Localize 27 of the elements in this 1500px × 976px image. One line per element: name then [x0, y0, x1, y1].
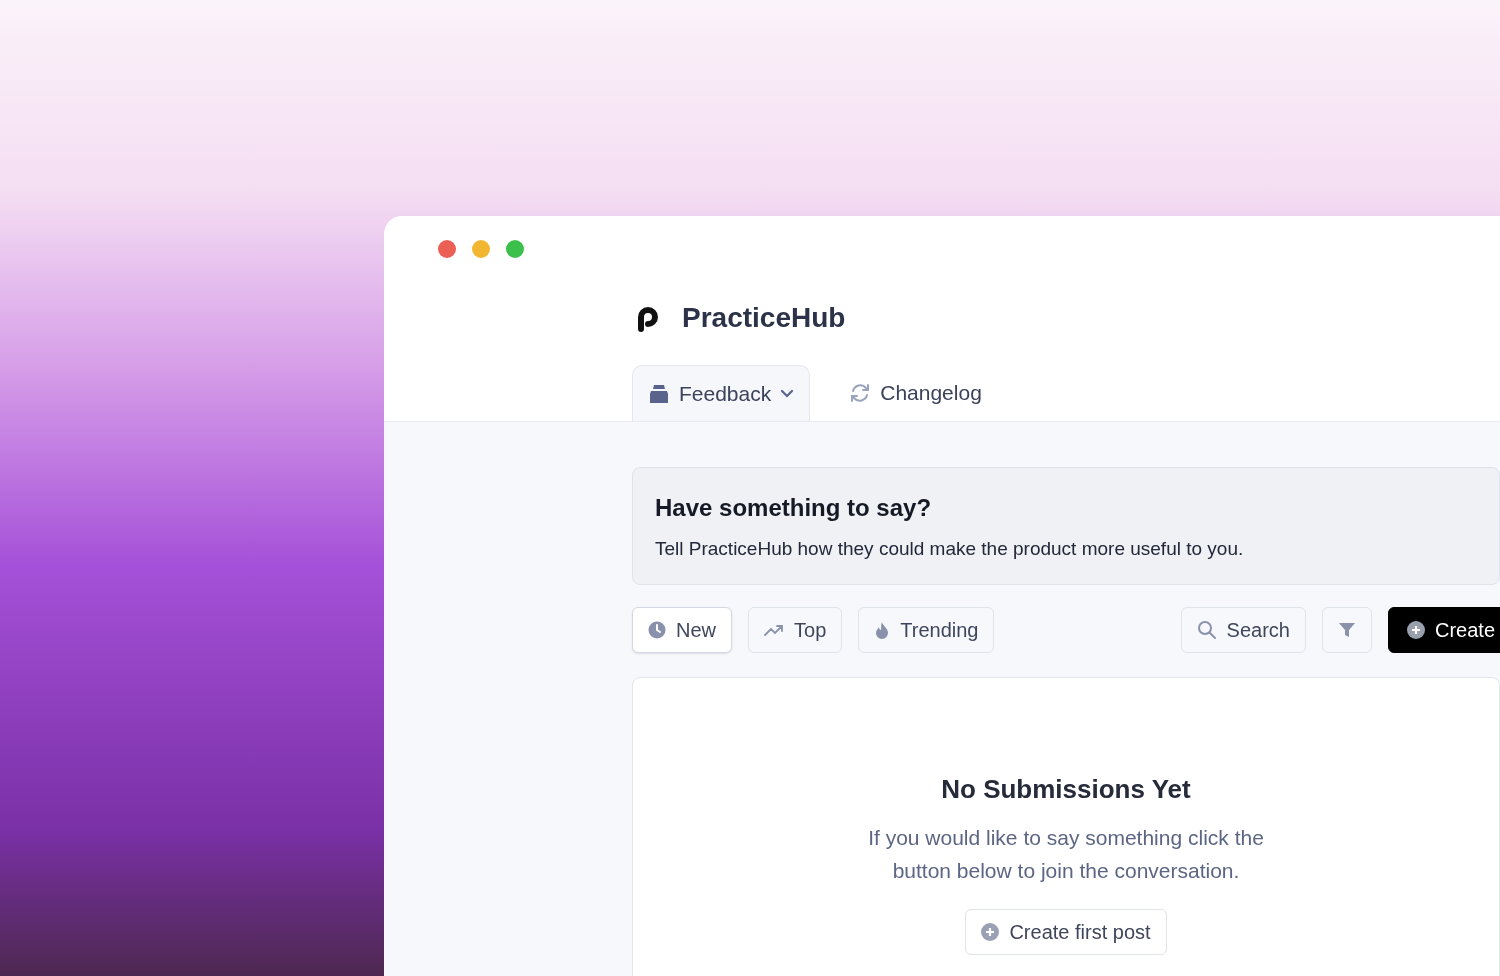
close-dot[interactable] — [438, 240, 456, 258]
banner-text: Tell PracticeHub how they could make the product more useful to you. — [655, 538, 1245, 560]
clock-icon — [648, 621, 666, 639]
plus-circle-icon — [1406, 621, 1425, 639]
search-icon — [1196, 620, 1217, 640]
plus-circle-icon — [981, 923, 1000, 941]
funnel-icon — [1337, 621, 1356, 639]
empty-state-text: If you would like to say something click the button below to join the conversation. — [867, 825, 1265, 884]
minimize-dot[interactable] — [472, 240, 490, 258]
inbox-stack-icon — [648, 383, 670, 404]
nav-tab[interactable]: Changelog — [834, 365, 997, 421]
flame-icon — [874, 621, 891, 639]
empty-state-title: No Submissions Yet — [941, 774, 1191, 805]
sort-button[interactable]: Top — [748, 607, 843, 653]
nav-tab[interactable]: Feedback — [632, 365, 811, 421]
create-button[interactable]: Create — [1387, 607, 1500, 653]
sort-button[interactable]: Trending — [858, 607, 995, 653]
sort-button[interactable]: New — [632, 607, 732, 653]
chevron-down-icon — [780, 389, 795, 398]
banner-title: Have something to say? — [655, 494, 933, 522]
create-first-post-button[interactable]: Create first post — [965, 909, 1167, 955]
trend-arrow-icon — [764, 623, 784, 637]
maximize-dot[interactable] — [506, 240, 524, 258]
search-button[interactable]: Search — [1180, 607, 1306, 653]
brand-name: PracticeHub — [682, 302, 846, 334]
refresh-icon — [849, 382, 872, 404]
filter-button[interactable] — [1321, 607, 1372, 653]
